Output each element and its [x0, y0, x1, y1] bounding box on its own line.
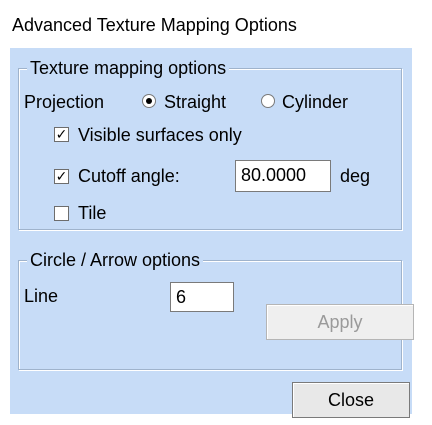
advanced-texture-mapping-dialog: Advanced Texture Mapping Options Texture…	[0, 0, 432, 425]
circle-arrow-group-legend: Circle / Arrow options	[27, 250, 204, 270]
tile-label[interactable]: Tile	[78, 202, 106, 224]
close-button[interactable]: Close	[292, 382, 410, 418]
projection-straight-label[interactable]: Straight	[164, 91, 226, 113]
projection-cylinder-label[interactable]: Cylinder	[282, 91, 348, 113]
cutoff-angle-input[interactable]: 80.0000	[235, 160, 331, 192]
cutoff-angle-unit: deg	[340, 166, 371, 186]
visible-surfaces-label[interactable]: Visible surfaces only	[78, 124, 242, 146]
apply-button[interactable]: Apply	[266, 304, 414, 340]
projection-cylinder-radio[interactable]	[261, 94, 275, 108]
projection-label: Projection	[24, 92, 105, 112]
dialog-panel: Texture mapping options Projection Strai…	[10, 48, 414, 418]
projection-straight-radio[interactable]	[142, 94, 156, 108]
cutoff-angle-checkbox[interactable]: ✓	[54, 169, 69, 184]
line-label: Line	[24, 286, 59, 306]
line-input[interactable]: 6	[170, 282, 234, 312]
tile-checkbox[interactable]	[54, 206, 69, 221]
dialog-title: Advanced Texture Mapping Options	[12, 15, 297, 35]
visible-surfaces-checkbox[interactable]: ✓	[54, 127, 69, 142]
cutoff-angle-label[interactable]: Cutoff angle:	[78, 165, 180, 187]
texture-mapping-group-legend: Texture mapping options	[27, 58, 230, 78]
